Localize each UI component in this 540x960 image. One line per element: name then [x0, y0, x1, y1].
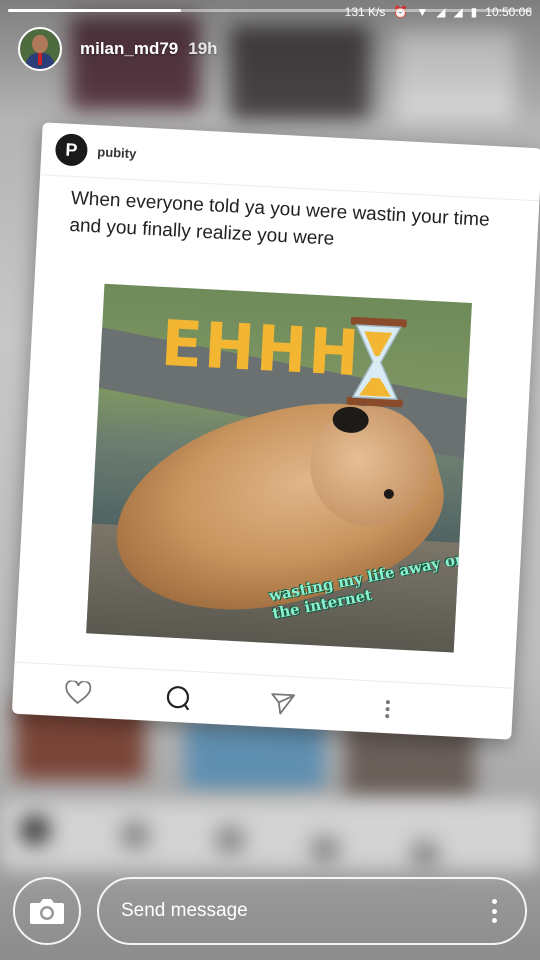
send-message-input[interactable]: Send message [97, 877, 527, 945]
camera-button[interactable] [13, 877, 81, 945]
story-username[interactable]: milan_md79 [80, 39, 178, 59]
battery-icon: ▮ [470, 5, 478, 19]
shared-post-card: P pubity When everyone told ya you were … [11, 122, 540, 740]
account-logo: P [54, 133, 89, 167]
meme-image: EHHH wasting my life away on the interne… [86, 283, 472, 653]
clock: 10:50:06 [485, 5, 532, 19]
story-timestamp: 19h [188, 39, 218, 58]
heart-icon [62, 677, 94, 709]
status-bar: 131 K/s ⏰ ▼ ◢ ◢ ▮ 10:50:06 [345, 3, 532, 21]
comment-icon [162, 682, 194, 714]
more-vertical-icon [372, 693, 404, 725]
story-progress-fill [8, 9, 181, 12]
hourglass-icon [346, 316, 407, 408]
more-vertical-icon[interactable] [491, 899, 497, 923]
send-icon [267, 688, 299, 720]
meme-top-text: EHHH [159, 307, 363, 391]
wifi-icon: ▼ [416, 5, 429, 19]
signal-icon: ◢ [436, 5, 446, 19]
story-progress-bar [8, 9, 532, 12]
network-speed: 131 K/s [344, 5, 386, 19]
avatar[interactable] [18, 27, 62, 71]
post-account-name: pubity [97, 143, 137, 161]
send-message-placeholder: Send message [121, 900, 248, 921]
camera-icon [30, 899, 64, 924]
alarm-icon: ⏰ [393, 5, 409, 19]
signal-icon-2: ◢ [453, 5, 463, 19]
story-header: milan_md79 19h [18, 26, 218, 72]
